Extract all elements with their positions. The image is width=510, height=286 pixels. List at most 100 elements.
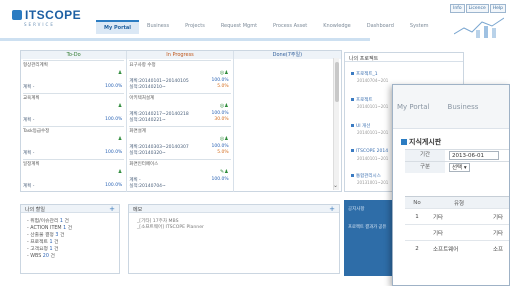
card-title: 요구사항 수정 bbox=[129, 63, 156, 68]
work-item-label: - 위험/이슈관리 bbox=[27, 219, 59, 224]
my-work-panel: 나의 할일 + - 위험/이슈관리 1 건 - ACTION ITEM 1 건 … bbox=[20, 204, 120, 274]
progress-card[interactable]: 화면인터페이스 ✎♟ 계획 -100.0% 실적:20140704~ bbox=[129, 159, 231, 190]
nav-business[interactable]: Business bbox=[139, 20, 177, 34]
card-plan: 계획 - bbox=[23, 184, 35, 189]
table-row[interactable]: 기타 기타 bbox=[405, 224, 509, 241]
project-icon bbox=[351, 98, 354, 101]
progress-card[interactable]: 아키텍처설계 ◎♟ 계획:20140217~20140218 100.0% 실적:… bbox=[129, 93, 231, 124]
period-input[interactable]: 2013-06-01 bbox=[449, 151, 499, 160]
add-work-icon[interactable]: + bbox=[109, 205, 115, 213]
work-item-label: - WBS bbox=[27, 254, 42, 259]
table-row[interactable]: 2 소프트웨어 소프 bbox=[405, 240, 509, 257]
row-extra: 소프 bbox=[489, 240, 509, 257]
card-title: 화면인터페이스 bbox=[129, 162, 159, 167]
work-item-unit: 건 bbox=[54, 240, 59, 245]
work-item-unit: 건 bbox=[54, 247, 59, 252]
popup-nav-business[interactable]: Business bbox=[448, 103, 479, 111]
work-item[interactable]: - 고객요청 1 건 bbox=[27, 246, 113, 253]
project-item[interactable]: UI 개선 bbox=[351, 123, 370, 129]
popup-nav: My Portal Business bbox=[393, 85, 509, 129]
card-title: 화면설계 bbox=[129, 129, 146, 134]
memo-item[interactable]: _[소프트웨어] ITSCOPE Planner bbox=[137, 225, 331, 231]
card-actual: 실적:20140320~ bbox=[129, 151, 166, 156]
info-link[interactable]: Info bbox=[450, 4, 465, 13]
progress-card[interactable]: 요구사항 수정 ◎♟ 계획:20140101~20140105 100.0% 실적… bbox=[129, 60, 231, 91]
work-item-label: - 고객요청 bbox=[27, 247, 48, 252]
nav-request-mgmt[interactable]: Request Mgmt bbox=[213, 20, 265, 34]
project-item[interactable]: 프로젝트 bbox=[351, 97, 373, 103]
project-date: 20140101~201 bbox=[357, 130, 389, 135]
todo-card[interactable]: 교육계획 ♟ 계획 - 100.0% bbox=[23, 93, 125, 124]
todo-card[interactable]: 일정계획 ♟ 계획 - 100.0% bbox=[23, 159, 125, 190]
project-icon bbox=[351, 174, 354, 177]
project-icon bbox=[351, 72, 354, 75]
table-row[interactable]: 1 기타 기타 bbox=[405, 208, 509, 225]
project-name[interactable]: 프로젝트 bbox=[356, 98, 373, 103]
project-name[interactable]: 통합관리시스 bbox=[356, 174, 381, 179]
work-item[interactable]: - 프로젝트 1 건 bbox=[27, 239, 113, 246]
col-extra bbox=[489, 196, 509, 209]
work-item[interactable]: - WBS 20 건 bbox=[27, 253, 113, 260]
logo[interactable]: ITSCOPE bbox=[12, 8, 81, 22]
project-item[interactable]: ITSCOPE 2014 bbox=[351, 149, 388, 154]
help-link[interactable]: Help bbox=[489, 4, 506, 13]
nav-system[interactable]: System bbox=[402, 20, 437, 34]
nav-dashboard[interactable]: Dashboard bbox=[359, 20, 402, 34]
kanban-scrollbar[interactable] bbox=[333, 58, 339, 190]
nav-process-asset[interactable]: Process Asset bbox=[265, 20, 315, 34]
work-item-count[interactable]: 20 bbox=[43, 254, 49, 259]
work-item-count[interactable]: 1 bbox=[49, 240, 52, 245]
done-column bbox=[234, 59, 341, 192]
work-item-count[interactable]: 1 bbox=[49, 247, 52, 252]
scrollbar-thumb[interactable] bbox=[335, 62, 339, 102]
type-select-value: 선택 bbox=[452, 165, 463, 171]
scroll-down-icon[interactable]: ⌄ bbox=[333, 182, 338, 189]
popup-title: 지식게시판 bbox=[401, 137, 509, 147]
card-actual: 실적:20140221~ bbox=[129, 118, 166, 123]
project-date: 20140101~201 bbox=[357, 156, 389, 161]
work-item-unit: 건 bbox=[59, 233, 65, 238]
work-item-count[interactable]: 3 bbox=[55, 233, 58, 238]
work-item-count[interactable]: 1 bbox=[60, 219, 63, 224]
work-item-unit: 건 bbox=[64, 219, 69, 224]
work-item[interactable]: - ACTION ITEM 1 건 bbox=[27, 225, 113, 232]
card-title: 일정계획 bbox=[23, 162, 40, 167]
nav-projects[interactable]: Projects bbox=[177, 20, 213, 34]
card-title: Task등급수정 bbox=[23, 129, 50, 134]
nav-my-portal[interactable]: My Portal bbox=[96, 20, 140, 34]
licence-link[interactable]: Licence bbox=[465, 4, 489, 13]
done-column-title: Done(7주일) bbox=[233, 51, 342, 59]
in-progress-column-title: In Progress bbox=[127, 51, 234, 59]
knowledge-table: No 유형 1 기타 기타 기타 기타 2 소프트웨어 소프 bbox=[405, 196, 509, 257]
nav-knowledge[interactable]: Knowledge bbox=[315, 20, 359, 34]
progress-card[interactable]: 화면설계 ◎♟ 계획:20140303~20140307 100.0% 실적:20… bbox=[129, 126, 231, 157]
project-item[interactable]: 통합관리시스 bbox=[351, 173, 381, 179]
in-progress-column: 요구사항 수정 ◎♟ 계획:20140101~20140105 100.0% 실적… bbox=[127, 59, 234, 192]
type-label: 구분 bbox=[405, 162, 445, 173]
project-name[interactable]: UI 개선 bbox=[356, 124, 370, 129]
project-item[interactable]: 프로젝트_1 bbox=[351, 71, 378, 77]
work-item[interactable]: - 산출물 결정 3 건 bbox=[27, 232, 113, 239]
work-item-label: - 산출물 결정 bbox=[27, 233, 54, 238]
project-icon bbox=[351, 124, 354, 127]
work-item-count[interactable]: 1 bbox=[63, 226, 66, 231]
logo-subtitle: SERVICE bbox=[24, 22, 55, 27]
card-title: 아키텍처설계 bbox=[129, 96, 155, 101]
row-no: 1 bbox=[405, 208, 429, 225]
type-select[interactable]: 선택 ▾ bbox=[449, 163, 470, 172]
todo-card[interactable]: Task등급수정 ♟ 계획 - 100.0% bbox=[23, 126, 125, 157]
card-actual: 실적:20140210~ bbox=[129, 85, 166, 90]
project-name[interactable]: 프로젝트_1 bbox=[356, 72, 378, 77]
todo-card[interactable]: 형상관리계획 ♟ 계획 - 100.0% bbox=[23, 60, 125, 91]
kanban-board: To-Do In Progress Done(7주일) 형상관리계획 ♟ 계획 … bbox=[20, 50, 342, 192]
card-title: 형상관리계획 bbox=[23, 63, 48, 68]
my-projects-title: 나의 프로젝트 bbox=[345, 53, 463, 62]
user-icon: ♟ bbox=[117, 169, 123, 175]
work-item[interactable]: - 위험/이슈관리 1 건 bbox=[27, 218, 113, 225]
popup-nav-my-portal[interactable]: My Portal bbox=[397, 103, 430, 111]
project-date: 20140101~201 bbox=[357, 104, 389, 109]
knowledge-board-window: My Portal Business 지식게시판 기간 2013-06-01 구… bbox=[392, 84, 510, 286]
card-plan: 계획 - bbox=[23, 85, 35, 90]
add-memo-icon[interactable]: + bbox=[329, 205, 335, 213]
project-name[interactable]: ITSCOPE 2014 bbox=[356, 149, 388, 154]
